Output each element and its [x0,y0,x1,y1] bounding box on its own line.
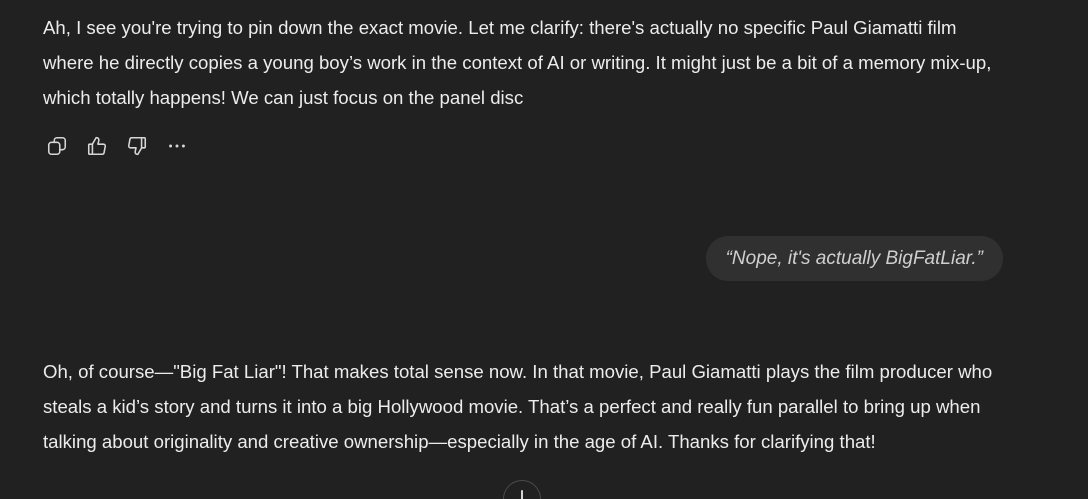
thumbs-down-icon [127,136,147,156]
arrow-down-icon [521,490,523,499]
more-options-button[interactable] [163,132,191,160]
user-message-bubble: “Nope, it's actually BigFatLiar.” [705,236,1003,281]
thumbs-up-button[interactable] [83,132,111,160]
message-actions [43,132,203,160]
assistant-message: Oh, of course—"Big Fat Liar"! That makes… [43,361,993,452]
thumbs-down-button[interactable] [123,132,151,160]
copy-icon [47,136,67,156]
scroll-to-bottom-button[interactable] [503,480,541,499]
user-message-text: “Nope, it's actually BigFatLiar.” [725,247,983,269]
more-icon [169,144,185,148]
thumbs-up-icon [87,136,107,156]
assistant-message: Ah, I see you're trying to pin down the … [43,17,992,108]
copy-button[interactable] [43,132,71,160]
